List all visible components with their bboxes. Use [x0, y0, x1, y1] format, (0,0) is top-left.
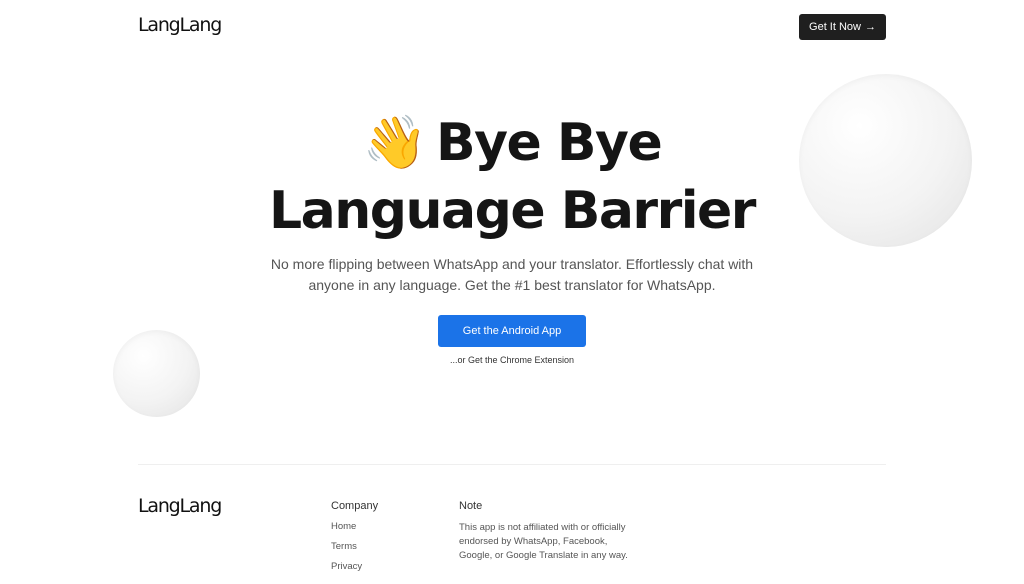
hero-subtitle: No more flipping between WhatsApp and yo… — [270, 256, 754, 293]
get-it-now-label: Get It Now — [809, 21, 861, 33]
get-it-now-button[interactable]: Get It Now → — [799, 14, 886, 40]
chrome-extension-link[interactable]: ...or Get the Chrome Extension — [0, 355, 1024, 365]
arrow-right-icon: → — [864, 21, 876, 33]
decorative-bubble-left — [113, 330, 200, 417]
footer-link-privacy[interactable]: Privacy — [331, 561, 362, 572]
hero-title-line-2: Language Barrier — [269, 181, 756, 241]
footer-note-text: This app is not affiliated with or offic… — [459, 522, 628, 561]
hero-title-line-1: 👋 Bye Bye — [0, 110, 1024, 176]
hero-title-text-1: Bye Bye — [436, 113, 663, 173]
header-logo[interactable]: LangLang — [138, 14, 222, 36]
footer-note-heading: Note — [459, 500, 483, 512]
footer-logo[interactable]: LangLang — [138, 495, 222, 517]
footer-company-heading: Company — [331, 500, 379, 512]
footer-divider — [138, 464, 886, 465]
get-android-app-button[interactable]: Get the Android App — [438, 315, 586, 347]
footer-link-terms[interactable]: Terms — [331, 541, 357, 552]
footer-link-home[interactable]: Home — [331, 521, 356, 532]
waving-hand-icon: 👋 — [362, 113, 428, 173]
